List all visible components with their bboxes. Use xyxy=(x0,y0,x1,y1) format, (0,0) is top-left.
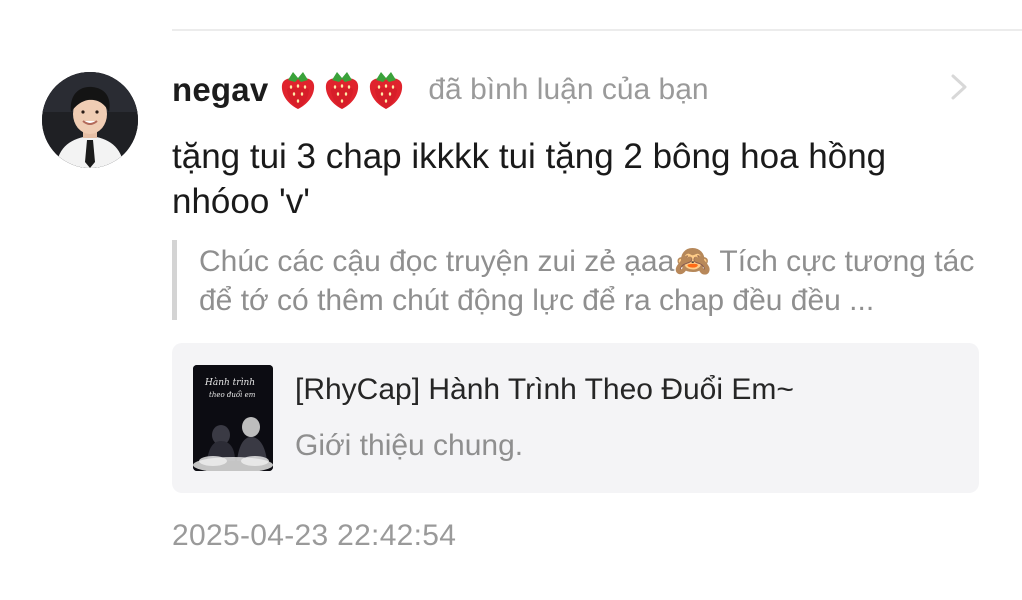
chevron-right-icon[interactable] xyxy=(946,72,972,102)
cover-title-line1: Hành trình xyxy=(204,377,255,388)
story-subtitle: Giới thiệu chung. xyxy=(295,429,524,462)
strawberry-icon xyxy=(370,72,403,109)
action-text: đã bình luận của bạn xyxy=(428,73,709,106)
story-card[interactable]: Hành trình theo đuổi em [RhyCap] Hành Tr… xyxy=(172,343,979,493)
top-divider xyxy=(172,29,1022,31)
cover-title-line2: theo đuổi em xyxy=(209,390,256,399)
user-badges xyxy=(278,69,410,111)
quoted-comment: Chúc các cậu đọc truyện zui zẻ ạaa🙈 Tích… xyxy=(199,245,975,317)
avatar-photo xyxy=(42,72,138,168)
quote-bar xyxy=(172,240,177,320)
story-title[interactable]: [RhyCap] Hành Trình Theo Đuổi Em~ xyxy=(295,373,794,407)
notification-header: negav đã bình luận của bạn xyxy=(172,66,709,114)
strawberry-icon xyxy=(326,72,359,109)
username[interactable]: negav xyxy=(172,71,268,109)
story-cover: Hành trình theo đuổi em xyxy=(193,365,273,471)
avatar[interactable] xyxy=(42,72,138,168)
timestamp: 2025-04-23 22:42:54 xyxy=(172,519,457,552)
comment-text[interactable]: tặng tui 3 chap ikkkk tui tặng 2 bông ho… xyxy=(172,134,962,224)
strawberry-icon xyxy=(282,72,315,109)
